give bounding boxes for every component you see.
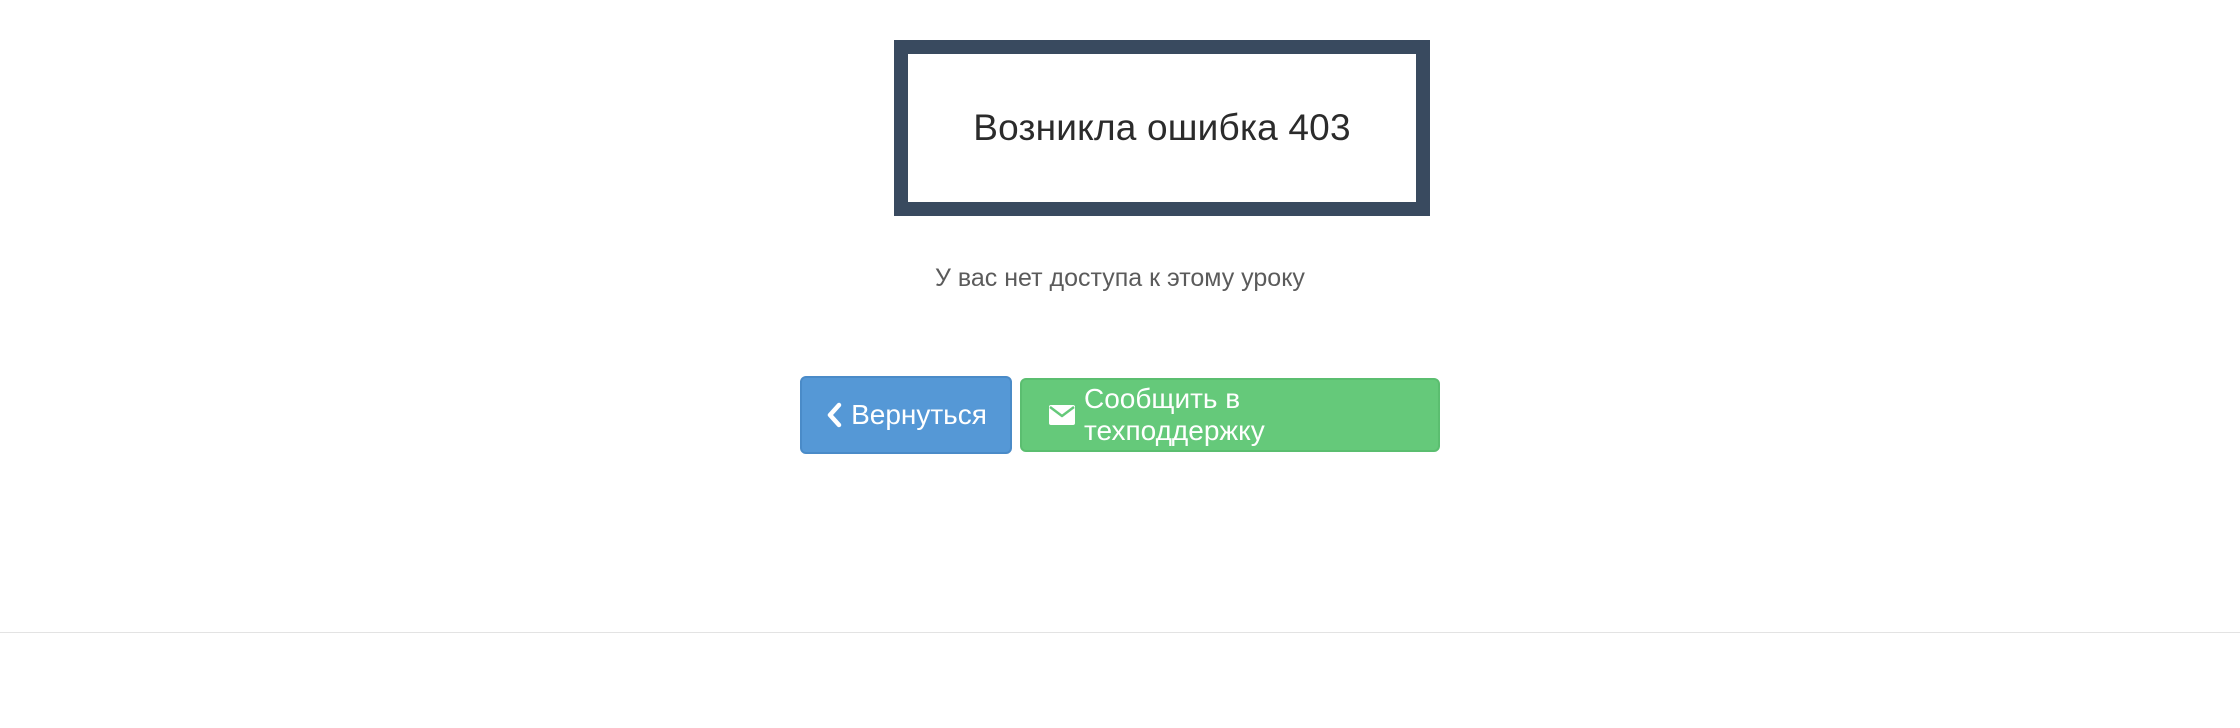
footer-divider [0,632,2240,633]
chevron-left-icon [825,402,843,428]
envelope-icon [1048,404,1076,426]
contact-support-button[interactable]: Сообщить в техподдержку [1020,378,1440,452]
error-title: Возникла ошибка 403 [973,107,1351,148]
contact-support-label: Сообщить в техподдержку [1084,383,1265,446]
back-button-label: Вернуться [851,399,987,430]
actions: Вернуться Сообщить в техподдержку [0,376,2240,454]
error-box: Возникла ошибка 403 [894,40,1430,216]
error-page: Возникла ошибка 403 У вас нет доступа к … [0,0,2240,728]
back-button[interactable]: Вернуться [800,376,1012,454]
error-message: У вас нет доступа к этому уроку [935,264,1305,292]
